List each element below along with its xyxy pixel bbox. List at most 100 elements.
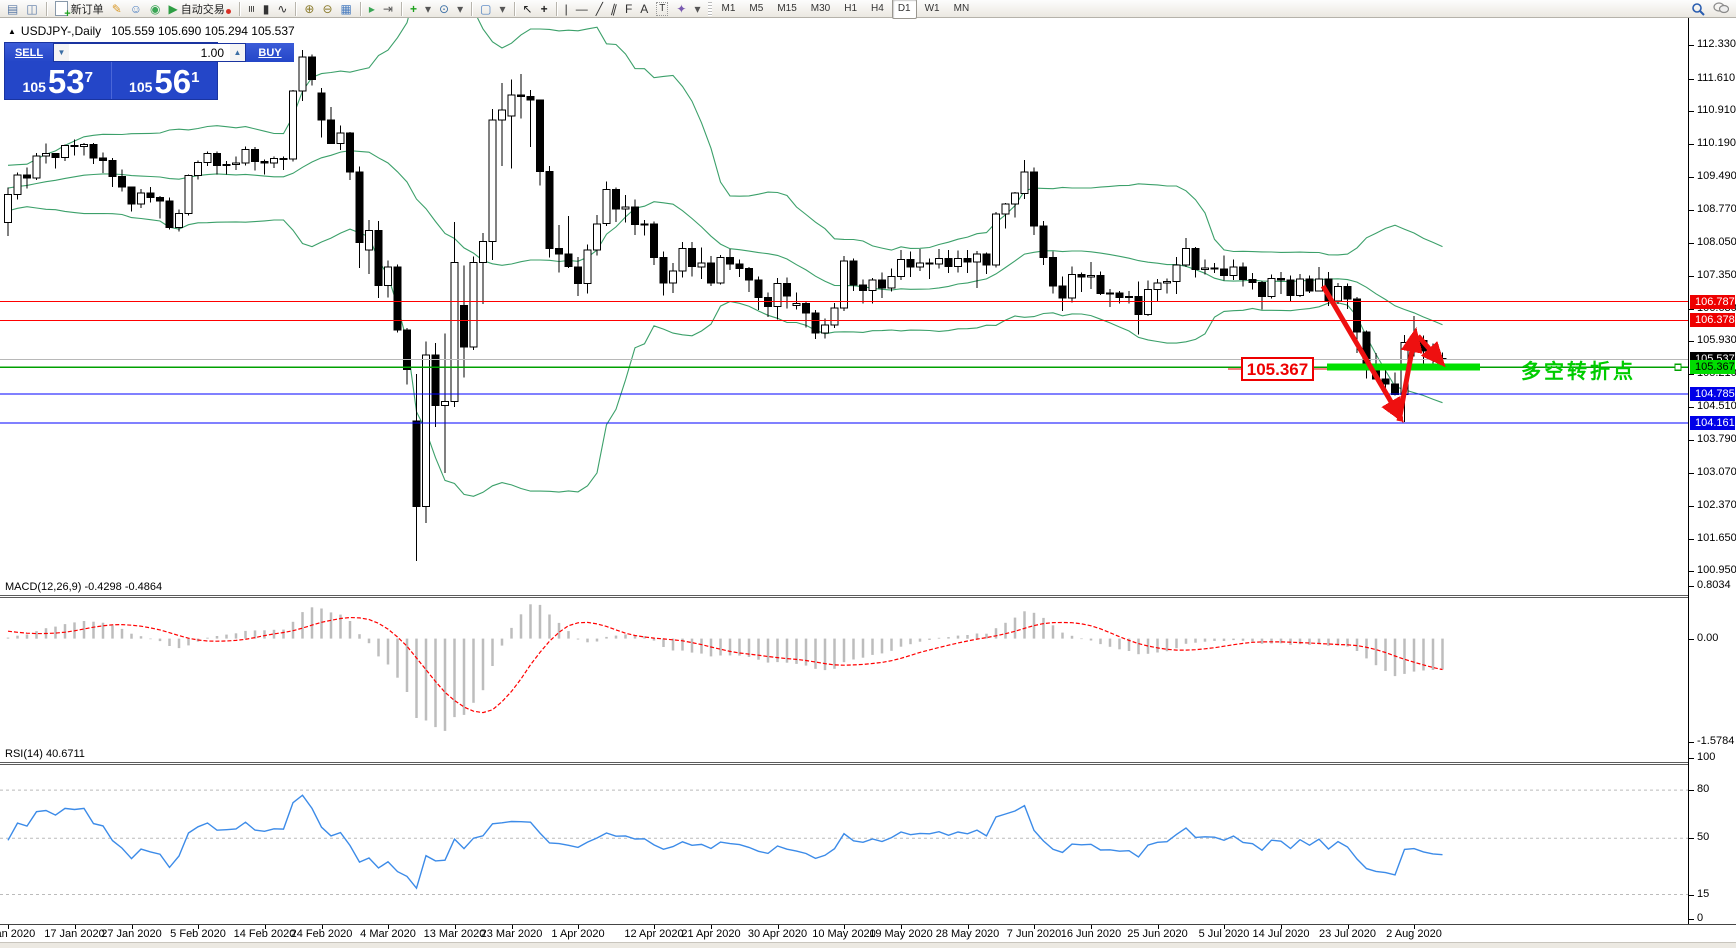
candle xyxy=(100,158,107,160)
candle xyxy=(1154,283,1161,290)
experts-icon[interactable]: ☺ xyxy=(127,1,145,17)
tf-m15-button[interactable]: M15 xyxy=(771,0,802,19)
horizontal-line-icon[interactable]: — xyxy=(573,1,591,17)
sell-price[interactable]: 105 53 7 xyxy=(5,62,111,99)
indicators-add-icon[interactable]: + xyxy=(407,1,420,17)
profiles-icon[interactable]: ◫ xyxy=(23,1,40,17)
trendline-icon[interactable]: ╱ xyxy=(593,1,606,17)
metaeditor-icon[interactable]: ✎ xyxy=(109,1,125,17)
tf-m30-button[interactable]: M30 xyxy=(805,0,836,19)
axis-tick xyxy=(1689,742,1694,743)
axis-tick xyxy=(1689,919,1694,920)
price-axis[interactable]: 112.330111.610110.910110.190109.490108.7… xyxy=(1688,18,1736,924)
buy-price[interactable]: 105 56 1 xyxy=(111,62,218,99)
period-clock-icon[interactable]: ⊙ xyxy=(436,1,452,17)
tf-h4-button[interactable]: H4 xyxy=(865,0,890,19)
macd-histogram-bar xyxy=(64,624,67,639)
tile-windows-icon[interactable]: ▦ xyxy=(338,1,355,17)
hline-handle xyxy=(1675,364,1681,370)
axis-tick xyxy=(1689,571,1694,572)
crosshair-icon[interactable]: + xyxy=(538,1,551,17)
macd-histogram-bar xyxy=(358,634,361,639)
toolbar-separator xyxy=(239,2,240,16)
macd-histogram-bar xyxy=(1204,639,1207,642)
macd-histogram-bar xyxy=(757,639,760,660)
chart-shift-icon[interactable]: ⇥ xyxy=(380,1,396,17)
candle xyxy=(33,156,40,178)
date-tick-label: 23 Mar 2020 xyxy=(481,928,543,940)
channel-icon[interactable]: ∥ xyxy=(608,1,620,17)
candle xyxy=(1344,287,1351,300)
cn-annotation-text: 多空转折点 xyxy=(1521,359,1636,383)
volume-increase-button[interactable]: ▲ xyxy=(230,44,245,61)
tf-m1-button[interactable]: M1 xyxy=(716,0,742,19)
vertical-line-icon[interactable]: | xyxy=(562,1,571,17)
candle xyxy=(24,175,31,178)
line-chart-icon[interactable]: ∿ xyxy=(274,1,290,17)
period-dropdown-icon[interactable]: ▾ xyxy=(454,1,466,17)
tf-w1-button[interactable]: W1 xyxy=(919,0,946,19)
charts-grid-icon[interactable]: ▤ xyxy=(4,1,21,17)
new-order-button[interactable]: +新订单 xyxy=(52,1,107,17)
candlestick-chart-icon[interactable]: ▮ xyxy=(260,1,273,17)
tf-mn-button[interactable]: MN xyxy=(948,0,976,19)
candle xyxy=(347,133,354,172)
axis-tick xyxy=(1689,309,1694,310)
candle xyxy=(556,248,563,254)
text-label-icon[interactable]: T xyxy=(653,1,671,17)
arrows-dropdown-icon[interactable]: ▾ xyxy=(691,1,703,17)
axis-tick xyxy=(1689,473,1694,474)
tf-h1-button[interactable]: H1 xyxy=(838,0,863,19)
indicators-dropdown-icon[interactable]: ▾ xyxy=(422,1,434,17)
toolbar-drag-handle[interactable] xyxy=(708,2,712,16)
macd-pane[interactable] xyxy=(0,580,1688,744)
candle xyxy=(309,57,316,80)
fibonacci-icon[interactable]: F xyxy=(622,1,635,17)
candle xyxy=(71,146,78,147)
price-tick-label: 103.070 xyxy=(1697,466,1736,478)
date-axis[interactable]: 8 Jan 202017 Jan 202027 Jan 20205 Feb 20… xyxy=(0,924,1736,942)
text-icon[interactable]: A xyxy=(637,1,651,17)
buy-button[interactable]: BUY xyxy=(246,43,294,62)
auto-scroll-icon[interactable]: ▸ xyxy=(366,1,378,17)
candle xyxy=(860,285,867,290)
macd-histogram-bar xyxy=(216,636,219,639)
bar-chart-icon[interactable]: ≡ xyxy=(245,1,258,17)
search-icon[interactable] xyxy=(1688,1,1708,17)
main-price-pane[interactable]: 105.367多空转折点 xyxy=(0,18,1688,577)
volume-input[interactable] xyxy=(69,44,230,61)
candle xyxy=(1078,275,1085,277)
tf-d1-button[interactable]: D1 xyxy=(892,0,917,19)
candle xyxy=(565,254,572,267)
template-icon[interactable]: ▢ xyxy=(477,1,494,17)
cursor-icon[interactable]: ↖ xyxy=(520,1,536,17)
axis-tick xyxy=(1689,407,1694,408)
new-order-button-label: 新订单 xyxy=(71,1,104,17)
rsi-pane[interactable] xyxy=(0,747,1688,924)
autotrading-button[interactable]: ▶自动交易 xyxy=(166,1,234,17)
arrows-icon[interactable]: ✦ xyxy=(673,1,689,17)
price-badge: 106.378 xyxy=(1690,313,1735,327)
tf-m5-button[interactable]: M5 xyxy=(743,0,769,19)
sell-button[interactable]: SELL xyxy=(5,43,53,62)
volume-decrease-button[interactable]: ▼ xyxy=(54,44,69,61)
candle xyxy=(964,258,971,262)
candle xyxy=(660,258,667,283)
macd-histogram-bar xyxy=(871,639,874,655)
axis-tick xyxy=(1689,341,1694,342)
zoom-out-icon[interactable]: ⊖ xyxy=(319,1,335,17)
template-dropdown-icon[interactable]: ▾ xyxy=(496,1,508,17)
candle xyxy=(869,280,876,290)
community-chat-icon[interactable] xyxy=(1710,1,1732,17)
macd-histogram-bar xyxy=(425,639,428,721)
axis-tick xyxy=(1689,177,1694,178)
candle xyxy=(166,201,173,227)
macd-histogram-bar xyxy=(482,639,485,691)
macd-histogram-bar xyxy=(1384,639,1387,671)
signals-icon[interactable]: ◉ xyxy=(147,1,163,17)
macd-histogram-bar xyxy=(472,639,475,703)
zoom-in-icon[interactable]: ⊕ xyxy=(301,1,317,17)
candle xyxy=(1107,293,1114,294)
macd-histogram-bar xyxy=(263,630,266,638)
candle xyxy=(1335,287,1342,301)
